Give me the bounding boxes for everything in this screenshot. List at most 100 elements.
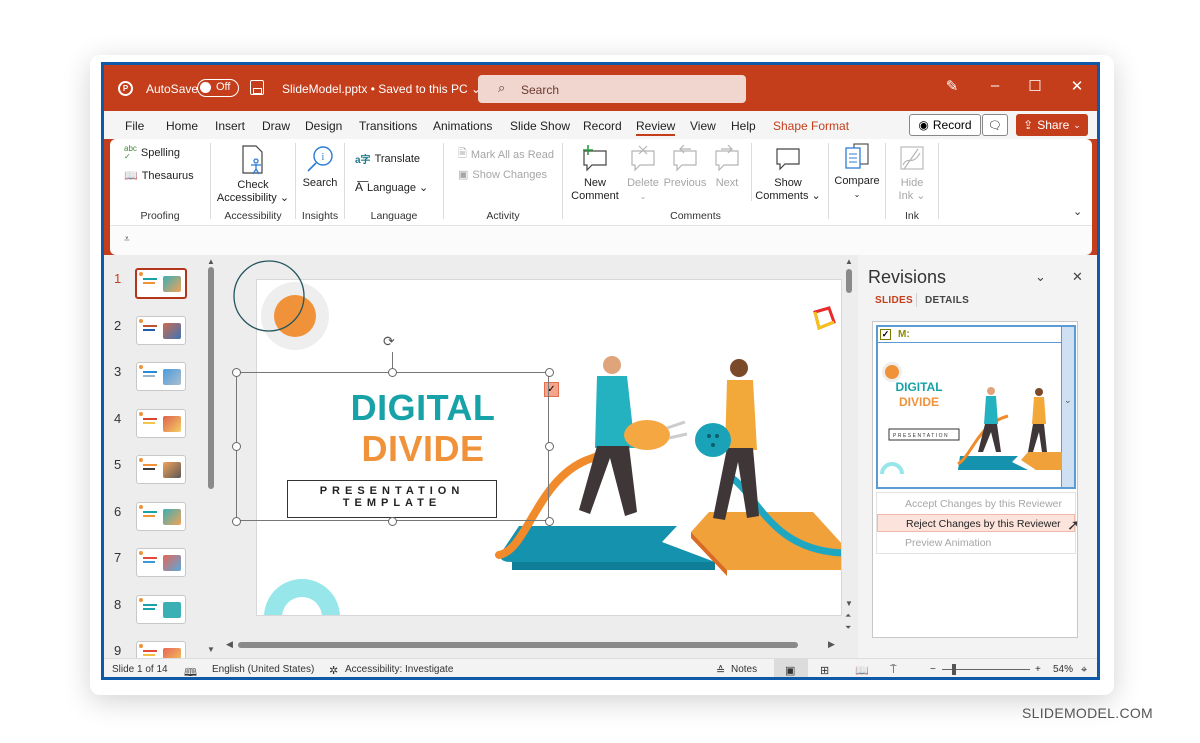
chevron-down-icon[interactable]: ⌄ [1073, 120, 1081, 131]
notes-icon[interactable]: ≙ [716, 664, 725, 677]
previous-slide-icon[interactable]: ⏶ [845, 611, 851, 621]
previous-comment-button[interactable]: Previous [663, 145, 707, 190]
tab-design[interactable]: Design [305, 119, 342, 133]
slide-thumbnail-row[interactable]: 6 [104, 501, 204, 542]
preview-animation-item[interactable]: Preview Animation [877, 534, 1075, 552]
pane-close-icon[interactable]: ✕ [1072, 269, 1083, 285]
tab-file[interactable]: File [125, 119, 144, 133]
tab-help[interactable]: Help [731, 119, 756, 133]
slide-thumbnail[interactable] [136, 408, 186, 438]
scroll-up-icon[interactable]: ▲ [207, 257, 215, 266]
spelling-button[interactable]: abc ✓ Spelling [124, 145, 180, 161]
customize-qat-icon[interactable]: ⩡ [124, 234, 130, 245]
slide-thumbnail-row[interactable]: 2 [104, 315, 204, 356]
slide-thumbnail-row[interactable]: 8 [104, 594, 204, 635]
mark-all-read-button[interactable]: 🗎 Mark All as Read [458, 145, 554, 164]
search-box[interactable]: ⌕ Search [478, 75, 746, 103]
pane-options-chevron-icon[interactable]: ⌄ [1035, 269, 1046, 285]
share-button[interactable]: ⇪ Share ⌄ [1016, 114, 1088, 136]
notes-button[interactable]: Notes [731, 664, 757, 675]
smart-search-button[interactable]: i Search [296, 145, 344, 190]
resize-handle[interactable] [544, 516, 554, 526]
scroll-up-icon[interactable]: ▲ [845, 257, 853, 266]
maximize-button[interactable]: ☐ [1020, 77, 1050, 95]
tab-slide-show[interactable]: Slide Show [510, 119, 570, 133]
tab-record[interactable]: Record [583, 119, 622, 133]
document-title[interactable]: SlideModel.pptx • Saved to this PC ⌄ [282, 82, 481, 96]
zoom-slider-handle[interactable] [952, 664, 956, 675]
horizontal-scrollbar[interactable]: ◀ ▶ [222, 638, 842, 652]
thesaurus-button[interactable]: 📖 Thesaurus [124, 169, 194, 183]
zoom-in-button[interactable]: + [1035, 664, 1041, 675]
resize-handle[interactable] [231, 441, 241, 451]
tab-review[interactable]: Review [636, 119, 676, 136]
tab-slides[interactable]: SLIDES [875, 295, 913, 306]
record-button[interactable]: ◉ Record [909, 114, 981, 136]
tab-view[interactable]: View [690, 119, 716, 133]
thumbnails-scrollbar[interactable]: ▲ ▼ [205, 255, 217, 658]
scroll-left-icon[interactable]: ◀ [226, 639, 233, 650]
delete-comment-button[interactable]: Delete ⌄ [623, 145, 663, 203]
slide-thumbnail[interactable] [135, 268, 187, 299]
save-icon[interactable] [250, 80, 264, 95]
resize-handle[interactable] [231, 516, 241, 526]
slide-thumbnail[interactable] [136, 548, 186, 577]
revision-card[interactable]: ✓ M: ⌄ PRESENTATION DIGITAL DIVIDE [876, 325, 1076, 489]
translate-button[interactable]: a字 Translate [355, 151, 420, 167]
reading-view-icon[interactable]: 📖 [855, 664, 869, 677]
zoom-level[interactable]: 54% [1053, 664, 1073, 675]
tab-details[interactable]: DETAILS [925, 295, 969, 306]
slide-thumbnail-row[interactable]: 5 [104, 455, 204, 495]
compare-button[interactable]: Compare ⌄ [829, 143, 885, 201]
slide-thumbnail[interactable] [136, 455, 186, 484]
accessibility-status[interactable]: Accessibility: Investigate [345, 664, 453, 675]
tab-shape-format[interactable]: Shape Format [773, 119, 849, 133]
resize-handle[interactable] [387, 367, 397, 377]
scrollbar-thumb[interactable] [846, 269, 852, 293]
normal-view-icon[interactable]: ▣ [785, 664, 795, 677]
canvas-vertical-scrollbar[interactable]: ▲ ▼ ⏶ ⏷ [842, 255, 856, 652]
check-accessibility-button[interactable]: Check Accessibility ⌄ [211, 145, 295, 205]
revision-card-dropdown[interactable]: ⌄ [1061, 327, 1074, 487]
slide-thumbnail[interactable] [136, 501, 186, 531]
language-button[interactable]: A͞ Language ⌄ [355, 180, 428, 194]
resize-handle[interactable] [544, 441, 554, 451]
rotate-handle-icon[interactable]: ⟳ [383, 333, 395, 350]
slide-thumbnail[interactable] [136, 362, 186, 391]
scroll-right-icon[interactable]: ▶ [828, 639, 835, 650]
tab-insert[interactable]: Insert [215, 119, 245, 133]
slide-thumbnail[interactable] [136, 315, 186, 345]
show-changes-button[interactable]: ▣ Show Changes [458, 168, 547, 182]
resize-handle[interactable] [387, 516, 397, 526]
slide-thumbnail-row[interactable]: 7 [104, 548, 204, 588]
tab-animations[interactable]: Animations [433, 119, 492, 133]
scroll-down-icon[interactable]: ▼ [845, 599, 853, 608]
next-comment-button[interactable]: Next [707, 145, 747, 190]
resize-handle[interactable] [231, 367, 241, 377]
fit-to-window-icon[interactable]: ⌖ [1081, 664, 1087, 677]
reviewer-checkbox[interactable]: ✓ [880, 329, 891, 340]
show-comments-button[interactable]: Show Comments ⌄ [755, 145, 821, 203]
slide-show-icon[interactable]: ⍑ [890, 664, 897, 677]
hide-ink-button[interactable]: Hide Ink ⌄ [886, 145, 938, 203]
spell-check-icon[interactable]: 🕮 [184, 664, 197, 677]
scrollbar-thumb[interactable] [208, 267, 214, 489]
zoom-out-button[interactable]: − [930, 664, 936, 675]
slide-thumbnail-row[interactable]: 3 [104, 362, 204, 402]
close-button[interactable]: ✕ [1062, 77, 1092, 95]
tab-transitions[interactable]: Transitions [359, 119, 417, 133]
designer-pen-icon[interactable]: ✎ [937, 77, 967, 95]
autosave-toggle[interactable]: Off [197, 79, 239, 97]
resize-handle[interactable] [544, 367, 554, 377]
scroll-down-icon[interactable]: ▼ [207, 645, 215, 654]
slide-thumbnail-row[interactable]: 4 [104, 408, 204, 449]
language-indicator[interactable]: English (United States) [212, 664, 314, 675]
scrollbar-thumb[interactable] [238, 642, 798, 648]
collapse-ribbon-icon[interactable]: ⌄ [1073, 205, 1082, 218]
slide-thumbnail-row[interactable]: 1 [104, 268, 204, 309]
next-slide-icon[interactable]: ⏷ [845, 623, 851, 633]
slide-thumbnail[interactable] [136, 594, 186, 624]
tab-home[interactable]: Home [166, 119, 198, 133]
new-comment-button[interactable]: New Comment [567, 145, 623, 203]
minimize-button[interactable]: – [980, 77, 1010, 94]
